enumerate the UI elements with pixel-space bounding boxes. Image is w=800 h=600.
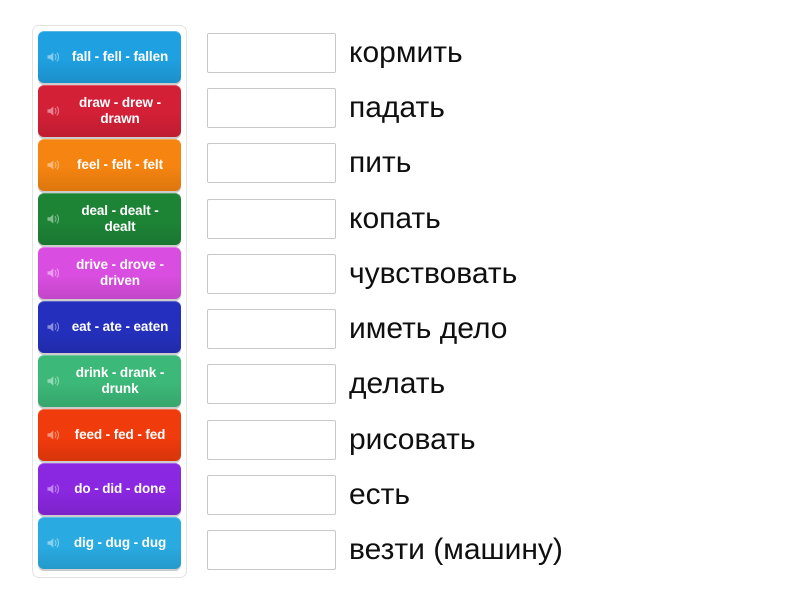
answer-drop-box[interactable] xyxy=(207,475,336,516)
answer-row: падать xyxy=(207,80,787,135)
answer-row: есть xyxy=(207,467,787,522)
prompt-text: везти (машину) xyxy=(349,533,563,567)
speaker-icon[interactable] xyxy=(46,211,62,227)
answer-drop-box[interactable] xyxy=(207,198,336,239)
answer-drop-box[interactable] xyxy=(207,32,336,73)
speaker-icon[interactable] xyxy=(46,481,62,497)
word-tile-label: eat - ate - eaten xyxy=(71,319,169,334)
word-tile[interactable]: eat - ate - eaten xyxy=(38,301,181,353)
answer-row: копать xyxy=(207,191,787,246)
answer-row: делать xyxy=(207,357,787,412)
answer-drop-box[interactable] xyxy=(207,364,336,405)
word-tile[interactable]: draw - drew - drawn xyxy=(38,85,181,137)
speaker-icon[interactable] xyxy=(46,319,62,335)
word-tile[interactable]: drink - drank - drunk xyxy=(38,355,181,407)
word-tile-label: drive - drove - driven xyxy=(76,257,164,288)
prompt-text: рисовать xyxy=(349,422,476,456)
answer-drop-box[interactable] xyxy=(207,419,336,460)
answer-row: пить xyxy=(207,136,787,191)
word-tile-label: feel - felt - felt xyxy=(77,157,163,172)
answer-drop-box[interactable] xyxy=(207,309,336,350)
word-tile-label: feed - fed - fed xyxy=(74,427,166,442)
speaker-icon[interactable] xyxy=(46,427,62,443)
answer-drop-box[interactable] xyxy=(207,253,336,294)
word-tile[interactable]: drive - drove - driven xyxy=(38,247,181,299)
answer-row: рисовать xyxy=(207,412,787,467)
answer-drop-box[interactable] xyxy=(207,530,336,571)
word-tile-label: draw - drew - drawn xyxy=(79,95,161,126)
speaker-icon[interactable] xyxy=(46,49,62,65)
answer-row: везти (машину) xyxy=(207,523,787,578)
word-tile[interactable]: dig - dug - dug xyxy=(38,517,181,569)
prompt-text: падать xyxy=(349,90,445,124)
prompt-text: иметь дело xyxy=(349,312,508,346)
speaker-icon[interactable] xyxy=(46,157,62,173)
match-up-activity: fall - fell - fallen draw - drew - drawn f… xyxy=(0,0,800,600)
prompt-text: копать xyxy=(349,201,441,235)
word-tile[interactable]: feed - fed - fed xyxy=(38,409,181,461)
word-tile-label: deal - dealt - dealt xyxy=(81,203,159,234)
prompt-text: делать xyxy=(349,367,446,401)
speaker-icon[interactable] xyxy=(46,535,62,551)
word-tile[interactable]: fall - fell - fallen xyxy=(38,31,181,83)
answer-row: кормить xyxy=(207,25,787,80)
word-tile-label: do - did - done xyxy=(74,481,166,496)
word-tile[interactable]: feel - felt - felt xyxy=(38,139,181,191)
prompt-text: есть xyxy=(349,478,411,512)
answer-drop-box[interactable] xyxy=(207,143,336,184)
word-tiles-panel: fall - fell - fallen draw - drew - drawn f… xyxy=(32,25,187,578)
answer-rows-list: кормить падать пить копать чувствовать иметь … xyxy=(207,25,787,578)
prompt-text: кормить xyxy=(349,35,463,69)
word-tile[interactable]: do - did - done xyxy=(38,463,181,515)
prompt-text: чувствовать xyxy=(349,256,518,290)
word-tile[interactable]: deal - dealt - dealt xyxy=(38,193,181,245)
word-tile-label: dig - dug - dug xyxy=(73,535,167,550)
answer-row: чувствовать xyxy=(207,246,787,301)
answer-row: иметь дело xyxy=(207,301,787,356)
prompt-text: пить xyxy=(349,146,412,180)
word-tile-label: drink - drank - drunk xyxy=(75,365,165,396)
answer-drop-box[interactable] xyxy=(207,87,336,128)
word-tiles-list: fall - fell - fallen draw - drew - drawn f… xyxy=(38,31,181,569)
word-tile-label: fall - fell - fallen xyxy=(71,49,169,64)
speaker-icon[interactable] xyxy=(46,265,62,281)
speaker-icon[interactable] xyxy=(46,373,62,389)
speaker-icon[interactable] xyxy=(46,103,62,119)
